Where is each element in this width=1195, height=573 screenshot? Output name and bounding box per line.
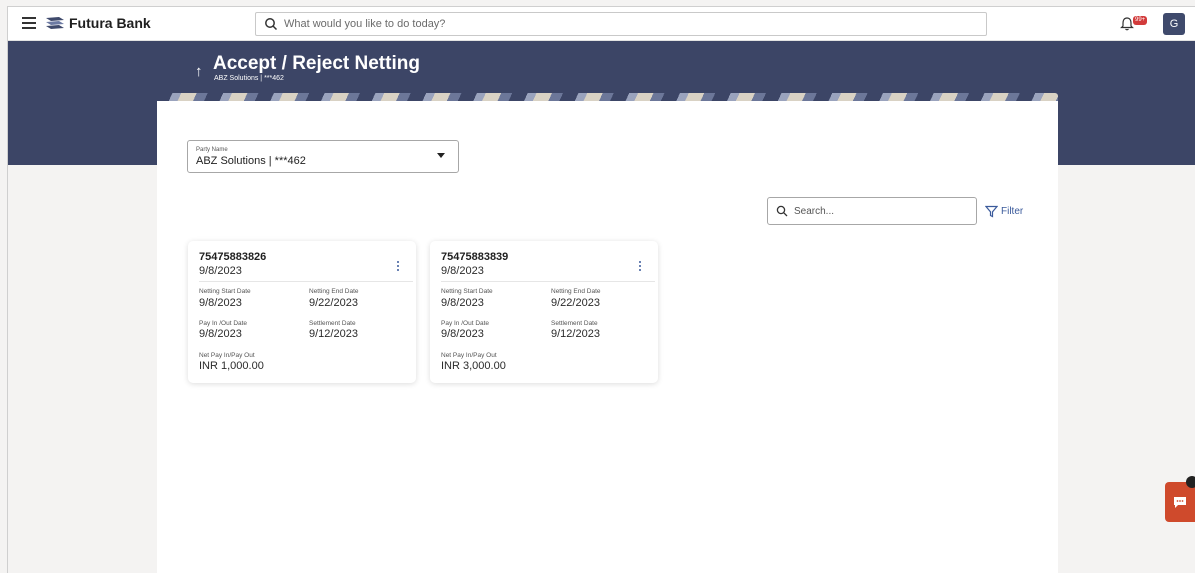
party-name-dropdown[interactable]: Party Name ABZ Solutions | ***462 <box>187 140 459 173</box>
notification-bell-icon[interactable] <box>1120 16 1134 31</box>
app-frame: Futura Bank 99+ G ↑ Accept / Reject Nett… <box>7 6 1195 573</box>
page-title: Accept / Reject Netting <box>213 53 420 74</box>
more-options-icon[interactable] <box>393 261 403 273</box>
global-search-box[interactable] <box>255 12 987 36</box>
chat-icon <box>1174 497 1186 508</box>
netting-id: 75475883839 <box>441 251 509 263</box>
top-bar: Futura Bank 99+ G <box>8 7 1195 41</box>
pay-date-label: Pay In /Out Date <box>441 320 490 327</box>
chat-notification-dot <box>1186 476 1195 488</box>
chat-widget-button[interactable] <box>1165 476 1195 522</box>
decorative-strip <box>157 93 1058 101</box>
brand-name[interactable]: Futura Bank <box>69 15 151 31</box>
back-arrow-icon[interactable]: ↑ <box>195 63 203 80</box>
pay-date-value: 9/8/2023 <box>441 328 484 340</box>
chevron-down-icon <box>437 153 445 158</box>
netting-end-label: Netting End Date <box>551 288 601 295</box>
pay-date-label: Pay In /Out Date <box>199 320 248 327</box>
settlement-label: Settlement Date <box>551 320 598 327</box>
netting-start-label: Netting Start Date <box>199 288 251 295</box>
netting-id: 75475883826 <box>199 251 267 263</box>
net-value: INR 3,000.00 <box>441 360 506 372</box>
main-panel: Party Name ABZ Solutions | ***462 Filter… <box>157 101 1058 573</box>
pay-date-value: 9/8/2023 <box>199 328 242 340</box>
netting-card[interactable]: 75475883839 9/8/2023 Netting Start Date … <box>430 241 658 383</box>
search-input[interactable] <box>794 204 969 219</box>
netting-date: 9/8/2023 <box>199 265 242 277</box>
netting-start-label: Netting Start Date <box>441 288 493 295</box>
netting-date: 9/8/2023 <box>441 265 484 277</box>
party-name-value: ABZ Solutions | ***462 <box>196 155 306 167</box>
netting-end-value: 9/22/2023 <box>309 297 358 309</box>
bank-logo-icon <box>46 17 64 29</box>
page-subtitle: ABZ Solutions | ***462 <box>214 75 284 82</box>
netting-start-value: 9/8/2023 <box>441 297 484 309</box>
divider <box>199 281 413 282</box>
divider <box>441 281 655 282</box>
search-icon <box>776 205 788 217</box>
netting-start-value: 9/8/2023 <box>199 297 242 309</box>
filter-icon <box>985 205 998 217</box>
netting-end-value: 9/22/2023 <box>551 297 600 309</box>
avatar[interactable]: G <box>1163 13 1185 35</box>
net-value: INR 1,000.00 <box>199 360 264 372</box>
more-options-icon[interactable] <box>635 261 645 273</box>
hamburger-menu-icon[interactable] <box>22 17 36 29</box>
search-box[interactable] <box>767 197 977 225</box>
notification-badge: 99+ <box>1133 16 1148 25</box>
filter-label: Filter <box>1001 205 1024 217</box>
netting-card[interactable]: 75475883826 9/8/2023 Netting Start Date … <box>188 241 416 383</box>
filter-button[interactable]: Filter <box>985 204 1023 218</box>
settlement-value: 9/12/2023 <box>309 328 358 340</box>
netting-end-label: Netting End Date <box>309 288 359 295</box>
search-icon <box>265 18 278 31</box>
global-search-input[interactable] <box>284 16 974 32</box>
net-label: Net Pay In/Pay Out <box>441 352 497 359</box>
party-name-label: Party Name <box>196 147 228 153</box>
net-label: Net Pay In/Pay Out <box>199 352 255 359</box>
settlement-value: 9/12/2023 <box>551 328 600 340</box>
settlement-label: Settlement Date <box>309 320 356 327</box>
